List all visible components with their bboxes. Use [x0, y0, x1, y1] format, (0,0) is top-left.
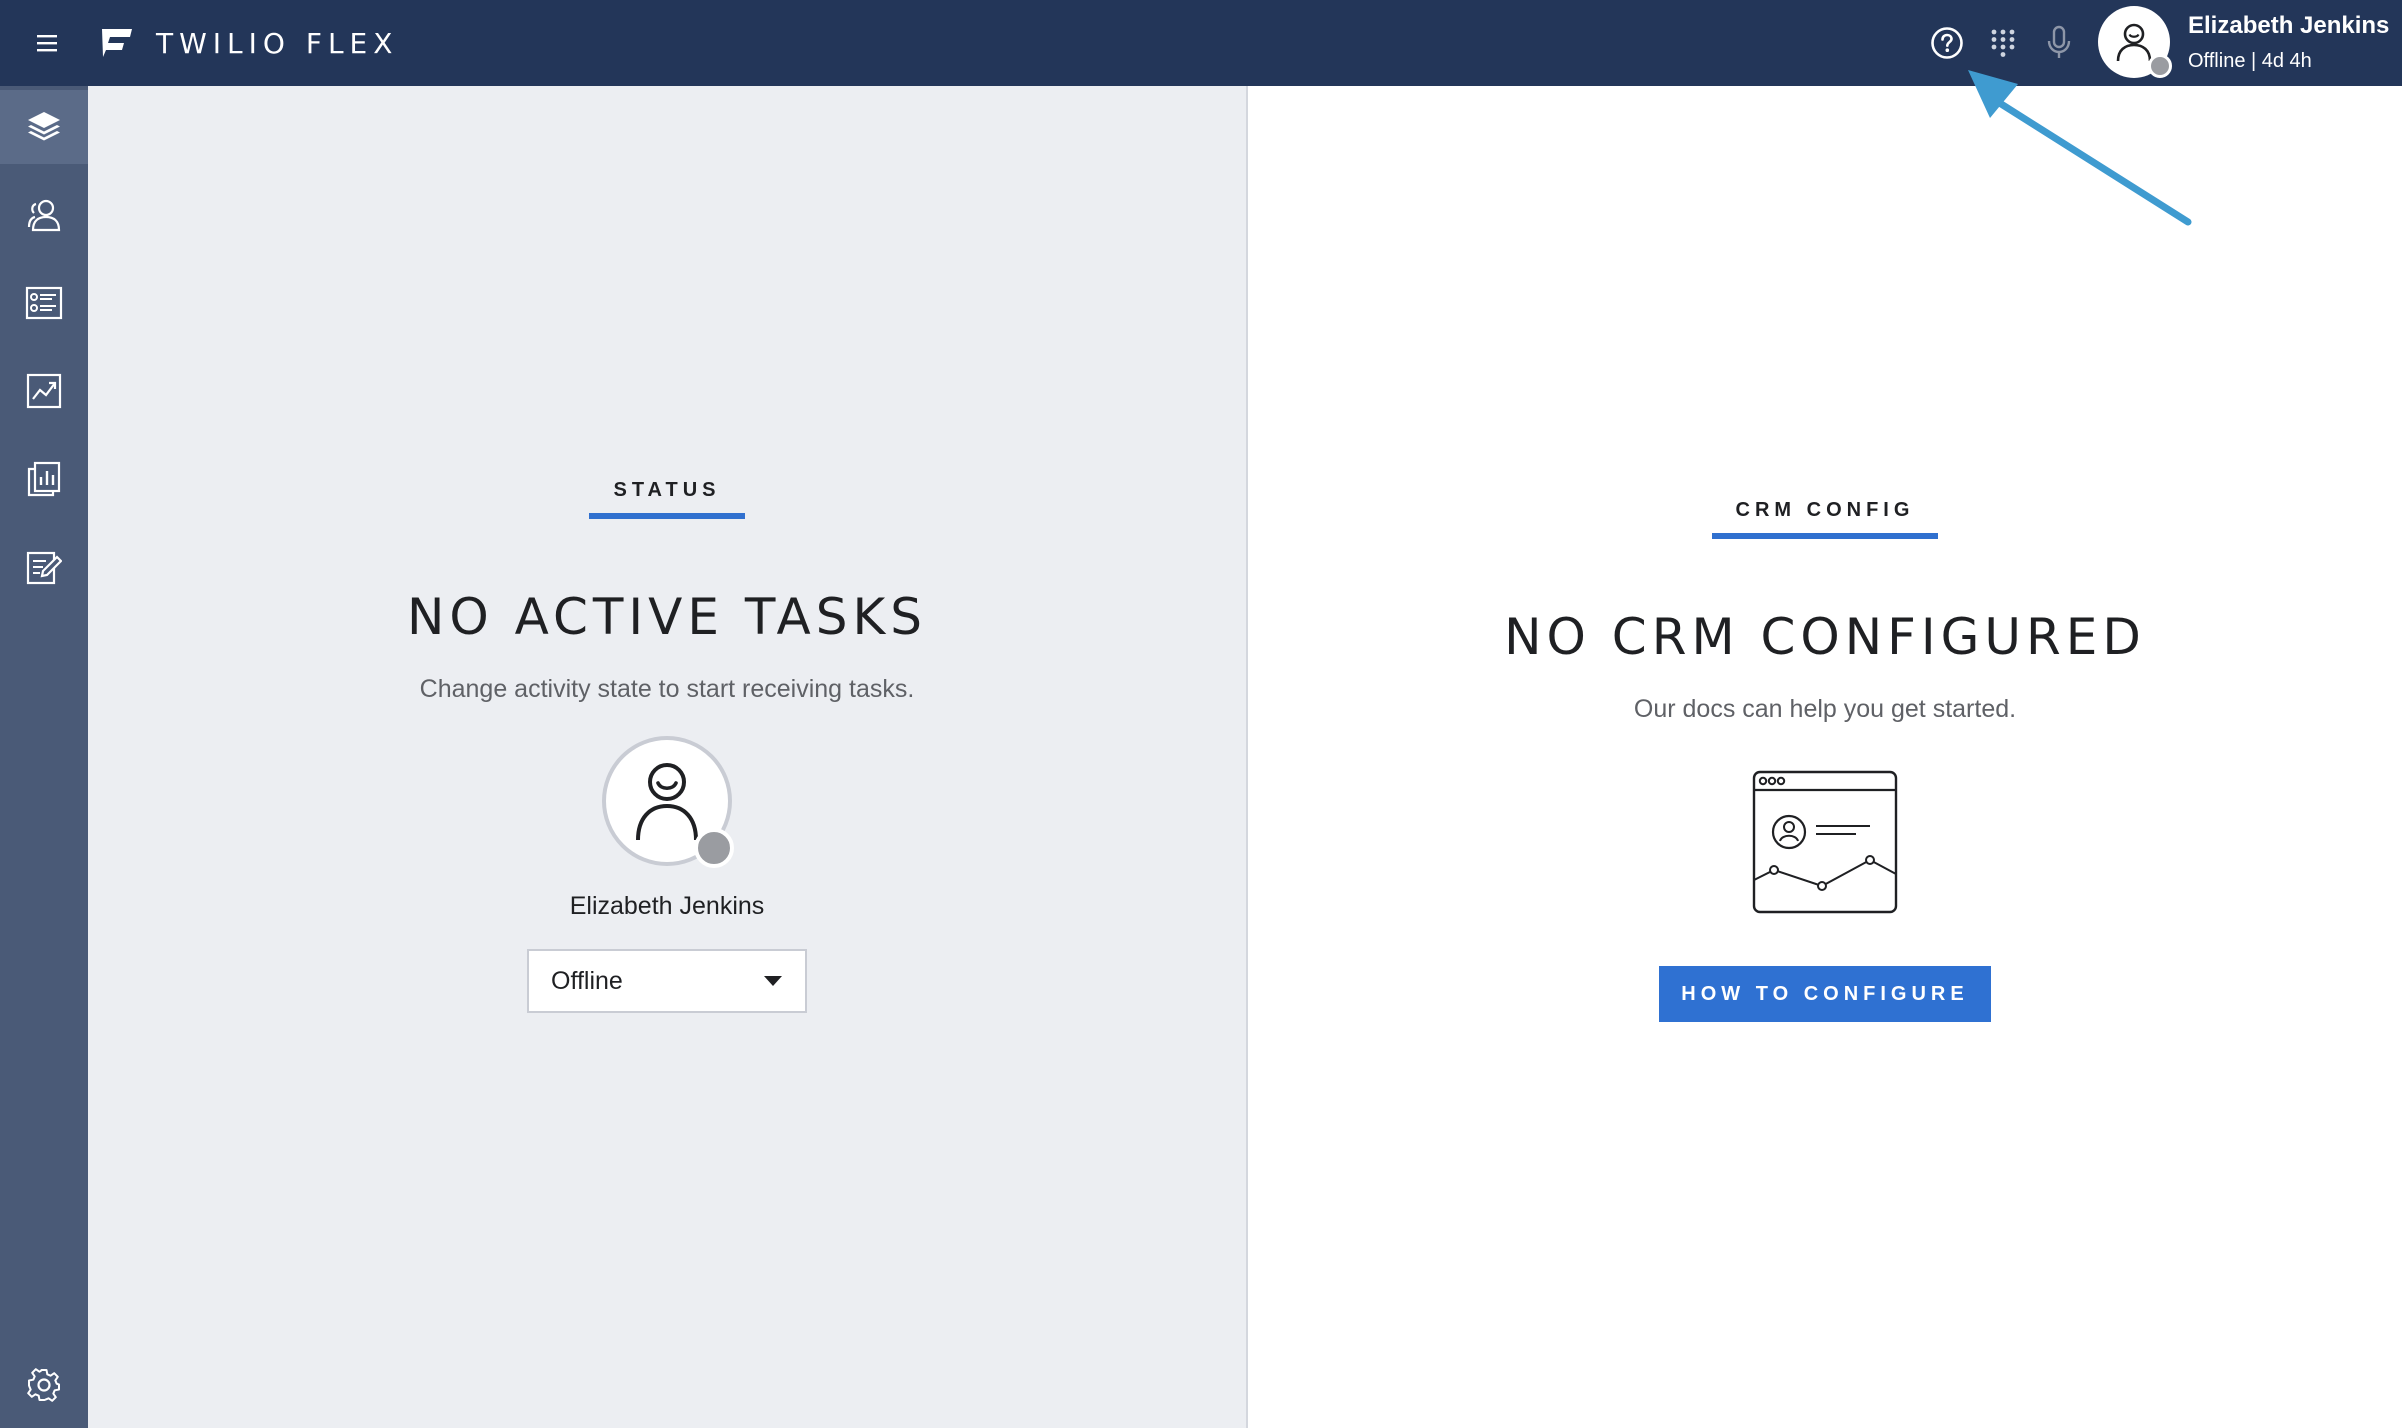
menu-button[interactable] — [26, 22, 68, 64]
sidebar-item-teams[interactable] — [0, 178, 88, 252]
brand: TWILIO FLEX — [100, 20, 398, 66]
status-section-label: STATUS — [589, 479, 745, 519]
crm-content: CRM CONFIG NO CRM CONFIGURED Our docs ca… — [1248, 499, 2402, 1022]
sidebar-item-insights[interactable] — [0, 354, 88, 428]
user-avatar-icon — [2116, 23, 2152, 62]
agent-avatar-icon — [636, 763, 698, 841]
activity-dropdown[interactable]: Offline — [527, 949, 807, 1013]
reports-icon — [27, 461, 61, 497]
presence-dot — [2148, 54, 2172, 78]
microphone-icon — [2047, 25, 2071, 58]
sidebar-item-agent-desktop[interactable] — [0, 90, 88, 164]
settings-gear-icon — [27, 1368, 60, 1402]
crm-section-label: CRM CONFIG — [1711, 499, 1939, 539]
queue-stats-icon — [25, 286, 63, 320]
user-avatar — [2098, 6, 2172, 78]
twilio-flex-logo — [102, 29, 132, 57]
crm-panel: CRM CONFIG NO CRM CONFIGURED Our docs ca… — [1248, 86, 2402, 1428]
status-panel: STATUS NO ACTIVE TASKS Change activity s… — [88, 86, 1248, 1428]
insights-chart-icon — [26, 373, 62, 409]
help-button[interactable] — [1924, 20, 1970, 66]
settings-button[interactable] — [0, 1348, 88, 1422]
crm-subtitle: Our docs can help you get started. — [1633, 695, 2017, 723]
dialpad-button[interactable] — [1980, 20, 2026, 66]
activity-value: Offline — [551, 966, 623, 995]
no-active-tasks-title: NO ACTIVE TASKS — [407, 588, 927, 646]
sidebar-item-reports[interactable] — [0, 442, 88, 516]
user-status: Offline | 4d 4h — [2188, 50, 2312, 72]
agent-avatar — [602, 736, 734, 868]
sidebar-item-queues[interactable] — [0, 266, 88, 340]
microphone-button[interactable] — [2036, 20, 2082, 66]
sidebar-item-assessments[interactable] — [0, 530, 88, 604]
agent-presence-dot — [694, 828, 734, 868]
brand-name: TWILIO FLEX — [156, 26, 399, 60]
crm-browser-illustration — [1752, 770, 1898, 914]
task-layers-icon — [28, 112, 60, 141]
dialpad-icon — [1991, 29, 2015, 57]
no-crm-title: NO CRM CONFIGURED — [1504, 608, 2146, 666]
help-icon — [1931, 27, 1963, 59]
agent-name: Elizabeth Jenkins — [569, 892, 765, 920]
assessments-icon — [26, 551, 62, 585]
caret-down-icon — [764, 976, 782, 986]
menu-icon — [37, 35, 57, 52]
sidebar — [0, 86, 88, 1428]
teams-icon — [27, 199, 61, 232]
status-content: STATUS NO ACTIVE TASKS Change activity s… — [88, 479, 1246, 1013]
user-name: Elizabeth Jenkins — [2188, 12, 2390, 39]
top-header: TWILIO FLEX Elizabeth Jenkins Offline | … — [0, 0, 2402, 86]
status-subtitle: Change activity state to start receiving… — [419, 675, 915, 703]
user-menu[interactable]: Elizabeth Jenkins Offline | 4d 4h — [2098, 6, 2398, 80]
how-to-configure-button[interactable]: HOW TO CONFIGURE — [1659, 966, 1991, 1022]
